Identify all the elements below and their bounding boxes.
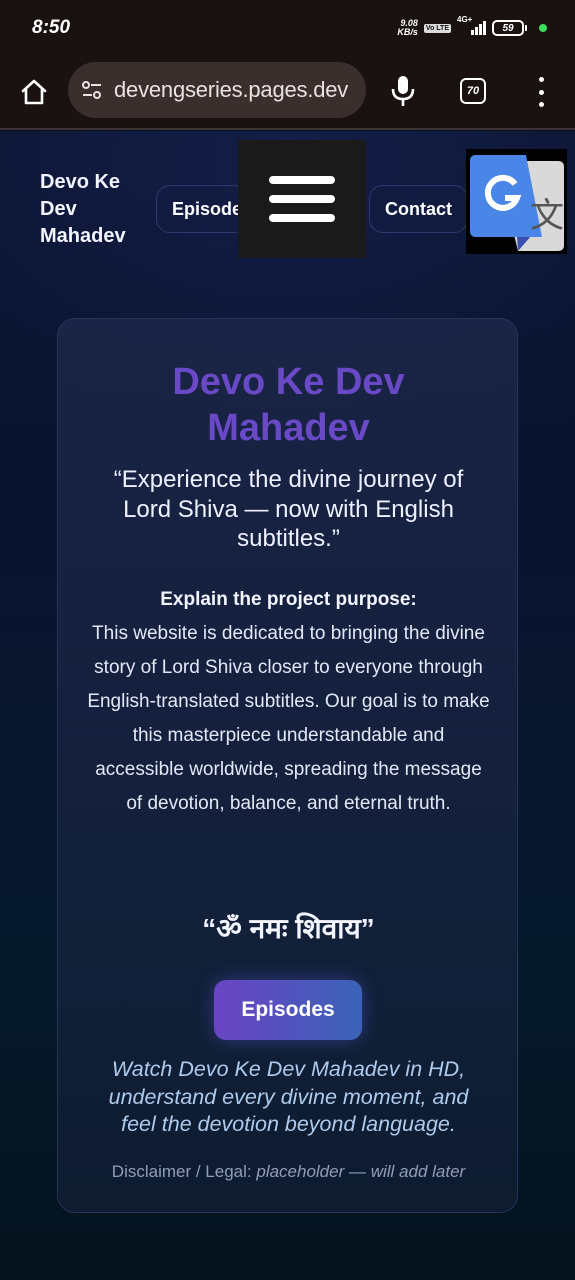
network-type: 4G+: [457, 15, 473, 24]
disclaimer: Disclaimer / Legal: placeholder — will a…: [58, 1162, 519, 1182]
disclaimer-value: placeholder — will add later: [256, 1162, 466, 1181]
network-speed: 9.08 KB/s: [397, 19, 418, 37]
site-brand[interactable]: Devo Ke Dev Mahadev: [40, 169, 150, 250]
watch-description: Watch Devo Ke Dev Mahadev in HD, underst…: [108, 1057, 469, 1136]
battery-icon: 59: [492, 20, 527, 36]
status-time: 8:50: [32, 17, 71, 38]
signal-icon: 4G+: [457, 15, 486, 35]
hero-tagline: “Experience the divine journey of Lord S…: [113, 466, 464, 552]
svg-text:文: 文: [530, 196, 564, 236]
site-navbar: Devo Ke Dev Mahadev Episodes Contact 文: [0, 131, 575, 281]
tab-count: 70: [466, 85, 480, 97]
purpose-body: This website is dedicated to bringing th…: [87, 623, 490, 814]
google-translate-icon[interactable]: 文: [466, 149, 567, 254]
privacy-indicator-dot: [539, 24, 547, 32]
mantra-text: “ॐ नमः शिवाय”: [202, 913, 375, 944]
disclaimer-label: Disclaimer / Legal:: [111, 1162, 252, 1181]
network-speed-unit: KB/s: [397, 27, 418, 37]
tune-icon[interactable]: [80, 78, 104, 102]
episodes-button[interactable]: Episodes: [214, 980, 362, 1040]
mic-icon[interactable]: [390, 74, 416, 108]
purpose-heading: Explain the project purpose:: [160, 589, 417, 610]
address-bar[interactable]: devengseries.pages.dev: [68, 62, 366, 118]
volte-icon: Vo LTE: [423, 23, 451, 33]
status-indicators: 9.08 KB/s Vo LTE 4G+ 59: [397, 15, 547, 37]
browser-toolbar: devengseries.pages.dev 70: [0, 56, 575, 130]
hamburger-menu-icon[interactable]: [238, 140, 366, 258]
status-bar: 8:50 9.08 KB/s Vo LTE 4G+ 59: [0, 0, 575, 56]
web-page: Devo Ke Dev Mahadev Episodes Contact 文 D…: [0, 131, 575, 1280]
tab-switcher-icon[interactable]: 70: [460, 78, 486, 104]
more-vert-icon[interactable]: [536, 77, 546, 107]
hero-title: Devo Ke Dev Mahadev: [172, 361, 405, 449]
hero-card: Devo Ke Dev Mahadev “Experience the divi…: [57, 318, 518, 1213]
home-icon[interactable]: [18, 76, 50, 108]
nav-episodes-link[interactable]: Episodes: [156, 185, 248, 233]
battery-level: 59: [492, 20, 524, 36]
nav-contact-link[interactable]: Contact: [369, 185, 468, 233]
project-purpose: Explain the project purpose: This websit…: [58, 583, 519, 821]
url-text: devengseries.pages.dev: [114, 77, 349, 102]
